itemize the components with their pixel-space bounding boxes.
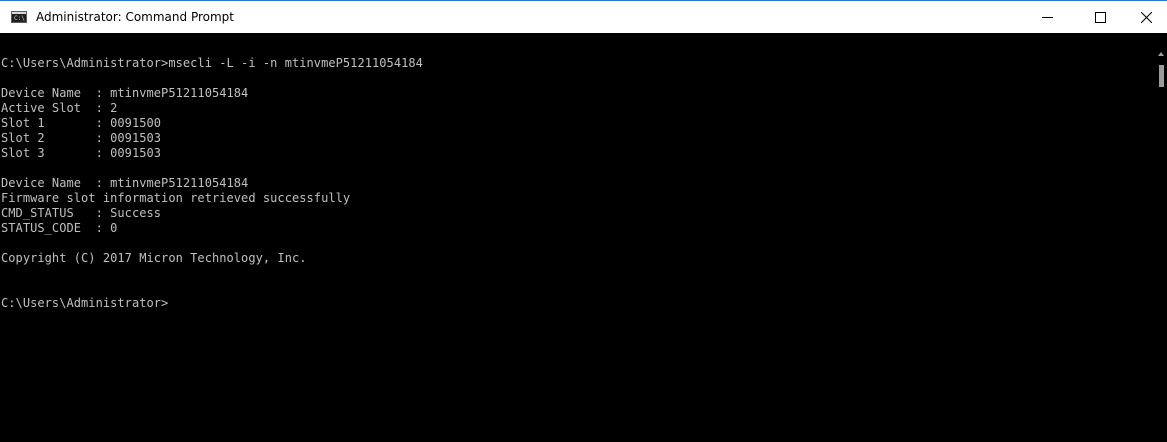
minimize-icon	[1041, 16, 1053, 18]
close-button[interactable]	[1125, 1, 1167, 33]
cmd-icon[interactable]: C:\	[11, 11, 27, 23]
command-line: C:\Users\Administrator>msecli -L -i -n m…	[1, 56, 423, 70]
prompt-line[interactable]: C:\Users\Administrator>	[1, 296, 1156, 311]
scroll-up-arrow-icon[interactable]	[1158, 52, 1164, 56]
cmd-status-line: CMD_STATUS : Success	[1, 206, 162, 220]
console-output[interactable]: C:\Users\Administrator>msecli -L -i -n m…	[0, 33, 1156, 442]
close-icon	[1140, 11, 1152, 23]
device-name-line: Device Name : mtinvmeP51211054184	[1, 86, 249, 100]
command-prompt-window: C:\ Administrator: Command Prompt C:\Use…	[0, 0, 1167, 442]
title-bar[interactable]: C:\ Administrator: Command Prompt	[0, 1, 1167, 33]
vertical-scrollbar[interactable]	[1156, 33, 1167, 442]
slot-2-line: Slot 2 : 0091503	[1, 131, 162, 145]
maximize-button[interactable]	[1077, 1, 1123, 33]
device-name-line: Device Name : mtinvmeP51211054184	[1, 176, 249, 190]
minimize-button[interactable]	[1024, 1, 1070, 33]
scroll-thumb[interactable]	[1159, 65, 1164, 87]
status-message-line: Firmware slot information retrieved succ…	[1, 191, 351, 205]
slot-3-line: Slot 3 : 0091503	[1, 146, 162, 160]
cmd-icon-prompt: C:\	[14, 15, 25, 22]
window-title: Administrator: Command Prompt	[36, 10, 234, 24]
slot-1-line: Slot 1 : 0091500	[1, 116, 162, 130]
active-slot-line: Active Slot : 2	[1, 101, 118, 115]
maximize-icon	[1094, 11, 1106, 23]
status-code-line: STATUS_CODE : 0	[1, 221, 118, 235]
copyright-line: Copyright (C) 2017 Micron Technology, In…	[1, 251, 307, 265]
